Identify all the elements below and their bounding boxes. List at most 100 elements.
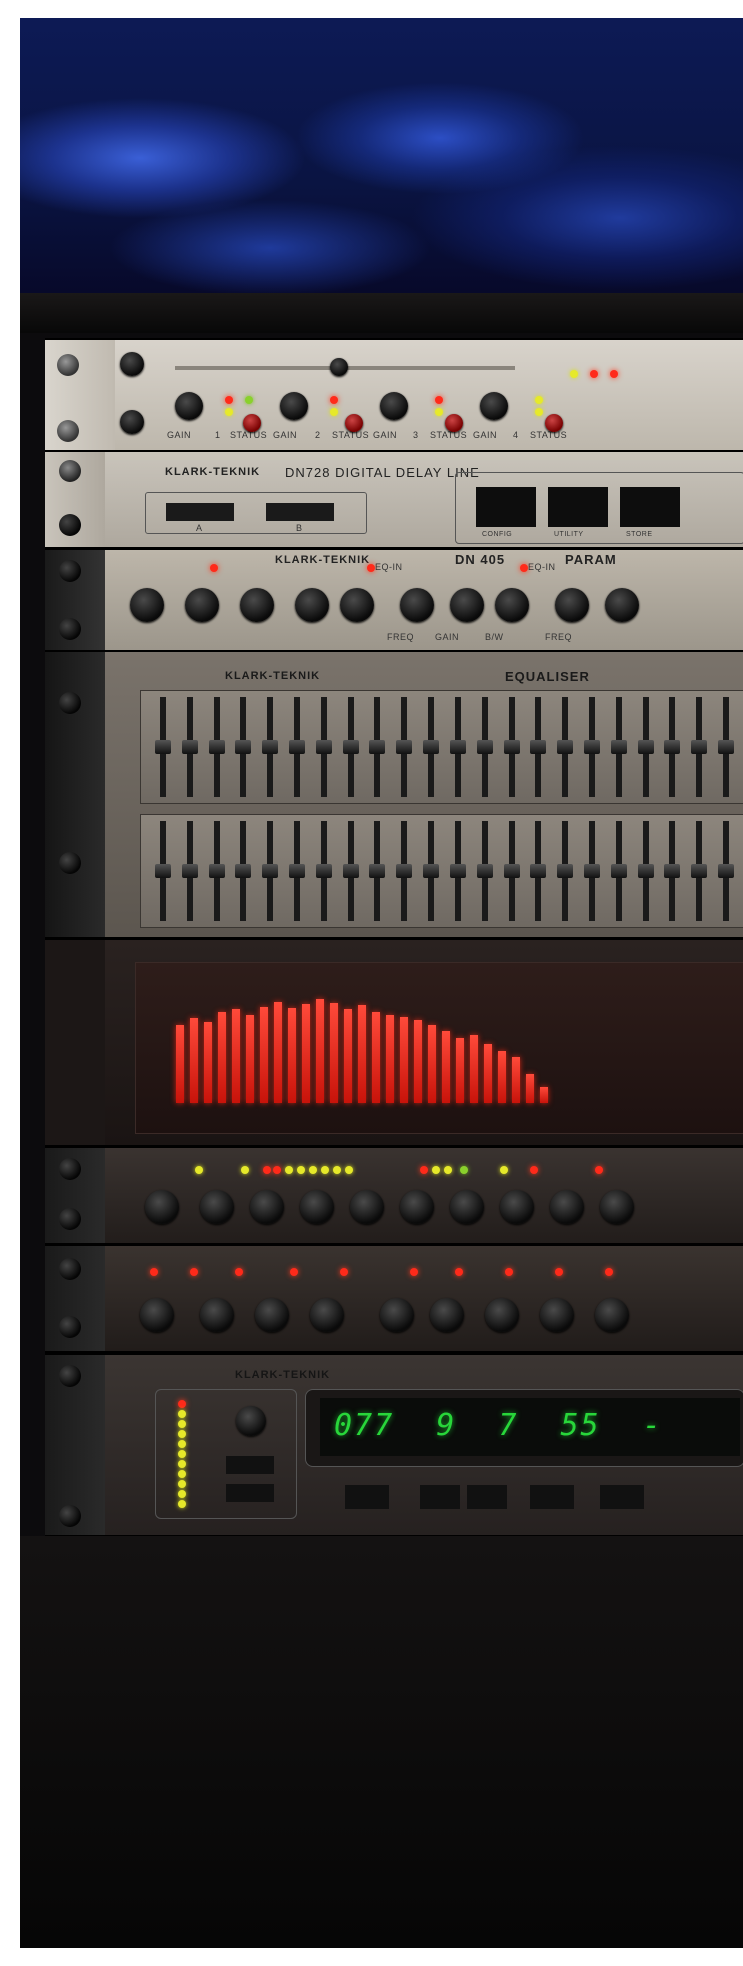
eq-slider-cap[interactable] bbox=[181, 740, 198, 754]
eq-slider-cap[interactable] bbox=[664, 740, 681, 754]
control-knob[interactable] bbox=[550, 1190, 584, 1224]
control-knob[interactable] bbox=[430, 1298, 464, 1332]
eq-slider-cap[interactable] bbox=[235, 740, 252, 754]
meter-button[interactable] bbox=[226, 1484, 274, 1502]
gain-knob[interactable] bbox=[605, 588, 639, 622]
freq-knob[interactable] bbox=[400, 588, 434, 622]
eq-slider-cap[interactable] bbox=[155, 740, 171, 754]
bw-knob[interactable] bbox=[340, 588, 374, 622]
eq-slider-cap[interactable] bbox=[610, 740, 627, 754]
input-knob[interactable] bbox=[120, 410, 144, 434]
store-button[interactable] bbox=[620, 487, 680, 527]
eq-slider-cap[interactable] bbox=[503, 864, 520, 878]
eq-slider-cap[interactable] bbox=[718, 864, 734, 878]
eq-slider-cap[interactable] bbox=[557, 864, 574, 878]
freq-knob[interactable] bbox=[295, 588, 329, 622]
eq-slider-cap[interactable] bbox=[155, 864, 171, 878]
meter-button[interactable] bbox=[226, 1456, 274, 1474]
status-led bbox=[570, 370, 578, 378]
freq-knob[interactable] bbox=[555, 588, 589, 622]
eq-slider-cap[interactable] bbox=[423, 864, 440, 878]
delay-b-label: B bbox=[296, 523, 303, 533]
fader-knob[interactable] bbox=[330, 358, 348, 376]
eq-slider-cap[interactable] bbox=[423, 740, 440, 754]
eq-slider-cap[interactable] bbox=[289, 864, 306, 878]
eq-slider-cap[interactable] bbox=[262, 740, 279, 754]
eq-slider-cap[interactable] bbox=[315, 864, 332, 878]
control-knob[interactable] bbox=[255, 1298, 289, 1332]
control-knob[interactable] bbox=[300, 1190, 334, 1224]
power-knob[interactable] bbox=[120, 352, 144, 376]
eq-slider-cap[interactable] bbox=[637, 740, 654, 754]
eq-slider-cap[interactable] bbox=[289, 740, 306, 754]
bw-knob[interactable] bbox=[495, 588, 529, 622]
control-knob[interactable] bbox=[350, 1190, 384, 1224]
eq-slider-cap[interactable] bbox=[583, 740, 600, 754]
control-knob[interactable] bbox=[500, 1190, 534, 1224]
gain-knob[interactable] bbox=[380, 392, 408, 420]
control-knob[interactable] bbox=[450, 1190, 484, 1224]
eq-slider-cap[interactable] bbox=[181, 864, 198, 878]
control-knob[interactable] bbox=[200, 1190, 234, 1224]
eq-slider-cap[interactable] bbox=[664, 864, 681, 878]
eq-slider-cap[interactable] bbox=[691, 864, 708, 878]
eq-slider-cap[interactable] bbox=[369, 740, 386, 754]
gain-knob[interactable] bbox=[280, 392, 308, 420]
eq-slider-cap[interactable] bbox=[530, 740, 547, 754]
rack-screw bbox=[59, 1208, 81, 1230]
reverb-button[interactable] bbox=[345, 1485, 389, 1509]
eq-slider-cap[interactable] bbox=[235, 864, 252, 878]
eq-slider-cap[interactable] bbox=[342, 864, 359, 878]
eq-slider-cap[interactable] bbox=[449, 864, 466, 878]
eq-slider-cap[interactable] bbox=[342, 740, 359, 754]
input-knob[interactable] bbox=[236, 1406, 266, 1436]
control-knob[interactable] bbox=[250, 1190, 284, 1224]
eq-slider-cap[interactable] bbox=[208, 864, 225, 878]
gain-knob[interactable] bbox=[185, 588, 219, 622]
eq-slider-cap[interactable] bbox=[476, 740, 493, 754]
control-knob[interactable] bbox=[400, 1190, 434, 1224]
gain-knob[interactable] bbox=[480, 392, 508, 420]
reverb-button[interactable] bbox=[530, 1485, 574, 1509]
eq-slider-cap[interactable] bbox=[315, 740, 332, 754]
eq-slider-cap[interactable] bbox=[449, 740, 466, 754]
gain-knob[interactable] bbox=[175, 392, 203, 420]
freq-knob[interactable] bbox=[130, 588, 164, 622]
control-knob[interactable] bbox=[485, 1298, 519, 1332]
eq-slider-cap[interactable] bbox=[396, 740, 413, 754]
status-button[interactable] bbox=[545, 414, 563, 432]
eq-slider-cap[interactable] bbox=[208, 740, 225, 754]
reverb-button[interactable] bbox=[600, 1485, 644, 1509]
control-knob[interactable] bbox=[380, 1298, 414, 1332]
eq-slider-cap[interactable] bbox=[530, 864, 547, 878]
control-knob[interactable] bbox=[540, 1298, 574, 1332]
rack-screw bbox=[57, 420, 79, 442]
config-button[interactable] bbox=[476, 487, 536, 527]
control-knob[interactable] bbox=[140, 1298, 174, 1332]
status-button[interactable] bbox=[445, 414, 463, 432]
eq-slider-cap[interactable] bbox=[557, 740, 574, 754]
control-knob[interactable] bbox=[145, 1190, 179, 1224]
control-knob[interactable] bbox=[200, 1298, 234, 1332]
eq-slider-cap[interactable] bbox=[262, 864, 279, 878]
eq-slider-cap[interactable] bbox=[396, 864, 413, 878]
meter-led bbox=[178, 1500, 186, 1508]
eq-slider-cap[interactable] bbox=[583, 864, 600, 878]
status-button[interactable] bbox=[243, 414, 261, 432]
control-knob[interactable] bbox=[310, 1298, 344, 1332]
reverb-button[interactable] bbox=[467, 1485, 507, 1509]
control-knob[interactable] bbox=[595, 1298, 629, 1332]
eq-slider-cap[interactable] bbox=[718, 740, 734, 754]
eq-slider-cap[interactable] bbox=[369, 864, 386, 878]
bw-knob[interactable] bbox=[240, 588, 274, 622]
eq-slider-cap[interactable] bbox=[503, 740, 520, 754]
gain-knob[interactable] bbox=[450, 588, 484, 622]
control-knob[interactable] bbox=[600, 1190, 634, 1224]
eq-slider-cap[interactable] bbox=[637, 864, 654, 878]
eq-slider-cap[interactable] bbox=[610, 864, 627, 878]
utility-button[interactable] bbox=[548, 487, 608, 527]
reverb-button[interactable] bbox=[420, 1485, 460, 1509]
eq-slider-cap[interactable] bbox=[691, 740, 708, 754]
status-button[interactable] bbox=[345, 414, 363, 432]
eq-slider-cap[interactable] bbox=[476, 864, 493, 878]
